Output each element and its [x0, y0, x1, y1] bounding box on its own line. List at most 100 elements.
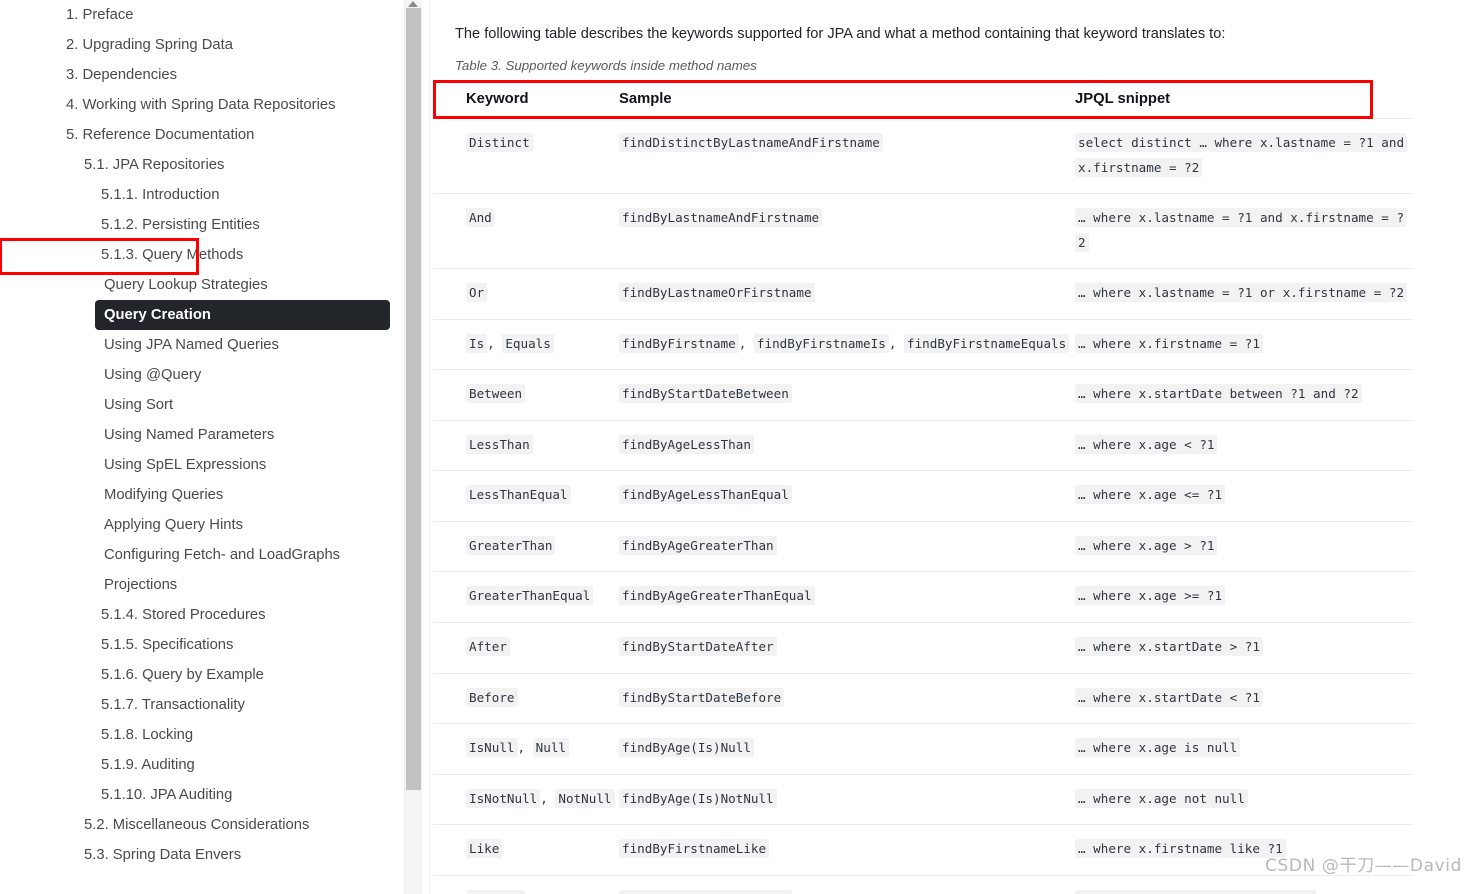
sidebar-item-5-3-spring-data-envers[interactable]: 5.3. Spring Data Envers: [0, 840, 406, 870]
jpql-code: … where x.age <= ?1: [1075, 485, 1226, 505]
keyword-code: GreaterThan: [466, 535, 556, 555]
sidebar-item-modifying-queries[interactable]: Modifying Queries: [0, 480, 406, 510]
sidebar-item-using-query[interactable]: Using @Query: [0, 360, 406, 390]
cell-sample: findDistinctByLastnameAndFirstname: [619, 117, 1075, 194]
cell-jpql: … where x.age <= ?1: [1075, 470, 1413, 522]
sample-code: findByStartDateBefore: [619, 687, 785, 707]
sidebar-item-using-sort[interactable]: Using Sort: [0, 390, 406, 420]
sample-code: findByFirstnameNotLike: [619, 889, 792, 894]
cell-sample: findByAge(Is)Null: [619, 723, 1075, 775]
sidebar-item-2-upgrading-spring-data[interactable]: 2. Upgrading Spring Data: [0, 30, 406, 60]
cell-jpql: … where x.startDate < ?1: [1075, 672, 1413, 724]
sidebar-item-query-creation[interactable]: Query Creation: [95, 300, 390, 330]
cell-jpql: … where x.age < ?1: [1075, 419, 1413, 471]
sample-code: findByLastnameAndFirstname: [619, 208, 823, 228]
sidebar-item-5-1-5-specifications[interactable]: 5.1.5. Specifications: [0, 630, 406, 660]
sample-code: findByAgeGreaterThan: [619, 535, 777, 555]
sidebar-item-query-lookup-strategies[interactable]: Query Lookup Strategies: [0, 270, 406, 300]
sidebar-item-5-1-4-stored-procedures[interactable]: 5.1.4. Stored Procedures: [0, 600, 406, 630]
sidebar-item-3-dependencies[interactable]: 3. Dependencies: [0, 60, 406, 90]
sample-code: findByFirstnameIs: [753, 333, 889, 353]
sidebar-item-4-working-with-spring-data-repositories[interactable]: 4. Working with Spring Data Repositories: [0, 90, 406, 120]
cell-keyword: LessThan: [433, 419, 619, 471]
sample-code: findByFirstname: [619, 333, 739, 353]
sidebar-item-using-spel-expressions[interactable]: Using SpEL Expressions: [0, 450, 406, 480]
sidebar-item-5-1-1-introduction[interactable]: 5.1.1. Introduction: [0, 180, 406, 210]
sidebar-item-5-1-9-auditing[interactable]: 5.1.9. Auditing: [0, 750, 406, 780]
sidebar-item-applying-query-hints[interactable]: Applying Query Hints: [0, 510, 406, 540]
table-row: GreaterThan findByAgeGreaterThan … where x…: [433, 520, 1413, 572]
sidebar-item-label: 5.1.7. Transactionality: [101, 696, 245, 713]
sidebar-item-label: 5.1.4. Stored Procedures: [101, 606, 266, 623]
scroll-up-arrow-icon[interactable]: [408, 1, 418, 7]
jpql-code: select distinct … where x.lastname = ?1 …: [1075, 133, 1408, 177]
sidebar-item-5-1-jpa-repositories[interactable]: 5.1. JPA Repositories: [0, 150, 406, 180]
keyword-code: NotNull: [555, 788, 615, 808]
cell-jpql: … where x.age not null: [1075, 773, 1413, 825]
column-header-sample: Sample: [619, 91, 672, 107]
jpql-code: … where x.age >= ?1: [1075, 586, 1226, 606]
jpql-code: … where x.age is null: [1075, 738, 1241, 758]
cell-sample: findByAgeGreaterThan: [619, 520, 1075, 572]
sidebar-item-5-reference-documentation[interactable]: 5. Reference Documentation: [0, 120, 406, 150]
cell-jpql: … where x.age is null: [1075, 723, 1413, 775]
cell-sample: findByAgeGreaterThanEqual: [619, 571, 1075, 623]
sidebar-item-label: Query Creation: [104, 306, 211, 323]
table-body: Distinct findDistinctByLastnameAndFirstna…: [433, 117, 1413, 894]
jpql-code: … where x.startDate > ?1: [1075, 637, 1263, 657]
keyword-code: After: [466, 637, 510, 657]
cell-sample: findByAge(Is)NotNull: [619, 773, 1075, 825]
sidebar-item-5-1-2-persisting-entities[interactable]: 5.1.2. Persisting Entities: [0, 210, 406, 240]
sample-code: findByLastnameOrFirstname: [619, 283, 815, 303]
sidebar-item-label: Modifying Queries: [104, 486, 224, 503]
sidebar-item-5-2-miscellaneous-considerations[interactable]: 5.2. Miscellaneous Considerations: [0, 810, 406, 840]
sidebar-item-label: Using Named Parameters: [104, 426, 275, 443]
table-row: Distinct findDistinctByLastnameAndFirstna…: [433, 117, 1413, 194]
sidebar-item-using-named-parameters[interactable]: Using Named Parameters: [0, 420, 406, 450]
sample-code: findDistinctByLastnameAndFirstname: [619, 133, 883, 152]
sidebar-item-label: Using Sort: [104, 396, 174, 413]
table-row: Is, Equals findByFirstname, findByFirstna…: [433, 318, 1413, 370]
table-row: After findByStartDateAfter … where x.start…: [433, 622, 1413, 674]
cell-sample: findByStartDateBetween: [619, 369, 1075, 421]
sidebar-item-5-1-10-jpa-auditing[interactable]: 5.1.10. JPA Auditing: [0, 780, 406, 810]
sample-code: findByFirstnameLike: [619, 839, 770, 859]
sidebar-item-projections[interactable]: Projections: [0, 570, 406, 600]
table-caption: Table 3. Supported keywords inside metho…: [455, 58, 757, 73]
jpql-code: … where x.age < ?1: [1075, 434, 1218, 454]
jpql-code: … where x.startDate between ?1 and ?2: [1075, 384, 1362, 404]
sidebar-item-5-1-8-locking[interactable]: 5.1.8. Locking: [0, 720, 406, 750]
jpql-code: … where x.firstname = ?1: [1075, 333, 1263, 353]
cell-jpql: … where x.age > ?1: [1075, 520, 1413, 572]
sidebar-item-using-jpa-named-queries[interactable]: Using JPA Named Queries: [0, 330, 406, 360]
cell-jpql: … where x.firstname not like ?1: [1075, 874, 1413, 894]
cell-jpql: … where x.lastname = ?1 and x.firstname …: [1075, 193, 1413, 269]
table-row: And findByLastnameAndFirstname … where x.l…: [433, 193, 1413, 269]
sidebar-item-label: 5.1. JPA Repositories: [84, 156, 225, 173]
cell-sample: findByLastnameAndFirstname: [619, 193, 1075, 269]
code-separator: ,: [888, 335, 904, 351]
table-row: Or findByLastnameOrFirstname … where x.las…: [433, 268, 1413, 320]
cell-sample: findByStartDateAfter: [619, 622, 1075, 674]
sidebar-item-5-1-6-query-by-example[interactable]: 5.1.6. Query by Example: [0, 660, 406, 690]
cell-sample: findByStartDateBefore: [619, 672, 1075, 724]
jpql-code: … where x.firstname not like ?1: [1075, 889, 1317, 894]
jpql-code: … where x.age not null: [1075, 788, 1248, 808]
sidebar-item-label: Using @Query: [104, 366, 202, 383]
keyword-code: Equals: [502, 333, 554, 353]
sidebar-item-5-1-7-transactionality[interactable]: 5.1.7. Transactionality: [0, 690, 406, 720]
keyword-code: Like: [466, 839, 503, 859]
sidebar-item-label: Projections: [104, 576, 178, 593]
table-row: Before findByStartDateBefore … where x.sta…: [433, 672, 1413, 724]
sidebar-item-label: 5.3. Spring Data Envers: [84, 846, 242, 863]
table-row: IsNull, Null findByAge(Is)Null… where x.a…: [433, 723, 1413, 775]
sidebar-item-5-1-3-query-methods[interactable]: 5.1.3. Query Methods: [0, 238, 406, 275]
sidebar-item-1-preface[interactable]: 1. Preface: [0, 0, 406, 30]
sidebar-item-label: Query Lookup Strategies: [104, 276, 268, 293]
cell-keyword: Like: [433, 824, 619, 876]
sidebar-item-configuring-fetch-and-loadgraphs[interactable]: Configuring Fetch- and LoadGraphs: [0, 540, 406, 570]
sample-code: findByAgeLessThan: [619, 434, 754, 454]
sample-code: findByStartDateBetween: [619, 384, 792, 404]
sidebar-scrollbar-thumb[interactable]: [406, 8, 421, 790]
sample-code: findByAgeLessThanEqual: [619, 485, 792, 505]
